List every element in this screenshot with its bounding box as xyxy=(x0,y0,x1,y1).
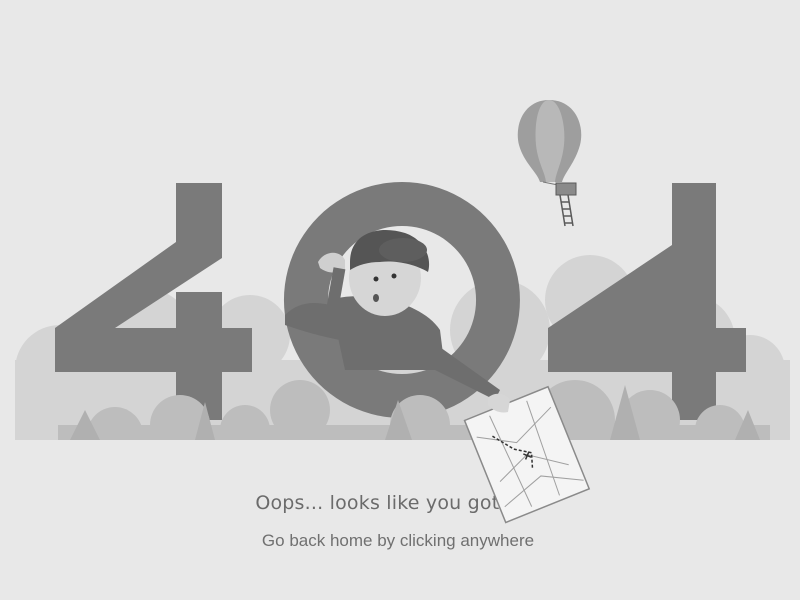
go-home-instruction[interactable]: Go back home by clicking anywhere xyxy=(0,531,796,551)
ground xyxy=(0,440,800,600)
hot-air-balloon-icon xyxy=(517,100,582,227)
not-found-page[interactable]: Oops... looks like you got lost Go back … xyxy=(0,0,800,600)
error-headline: Oops... looks like you got lost xyxy=(255,492,541,514)
